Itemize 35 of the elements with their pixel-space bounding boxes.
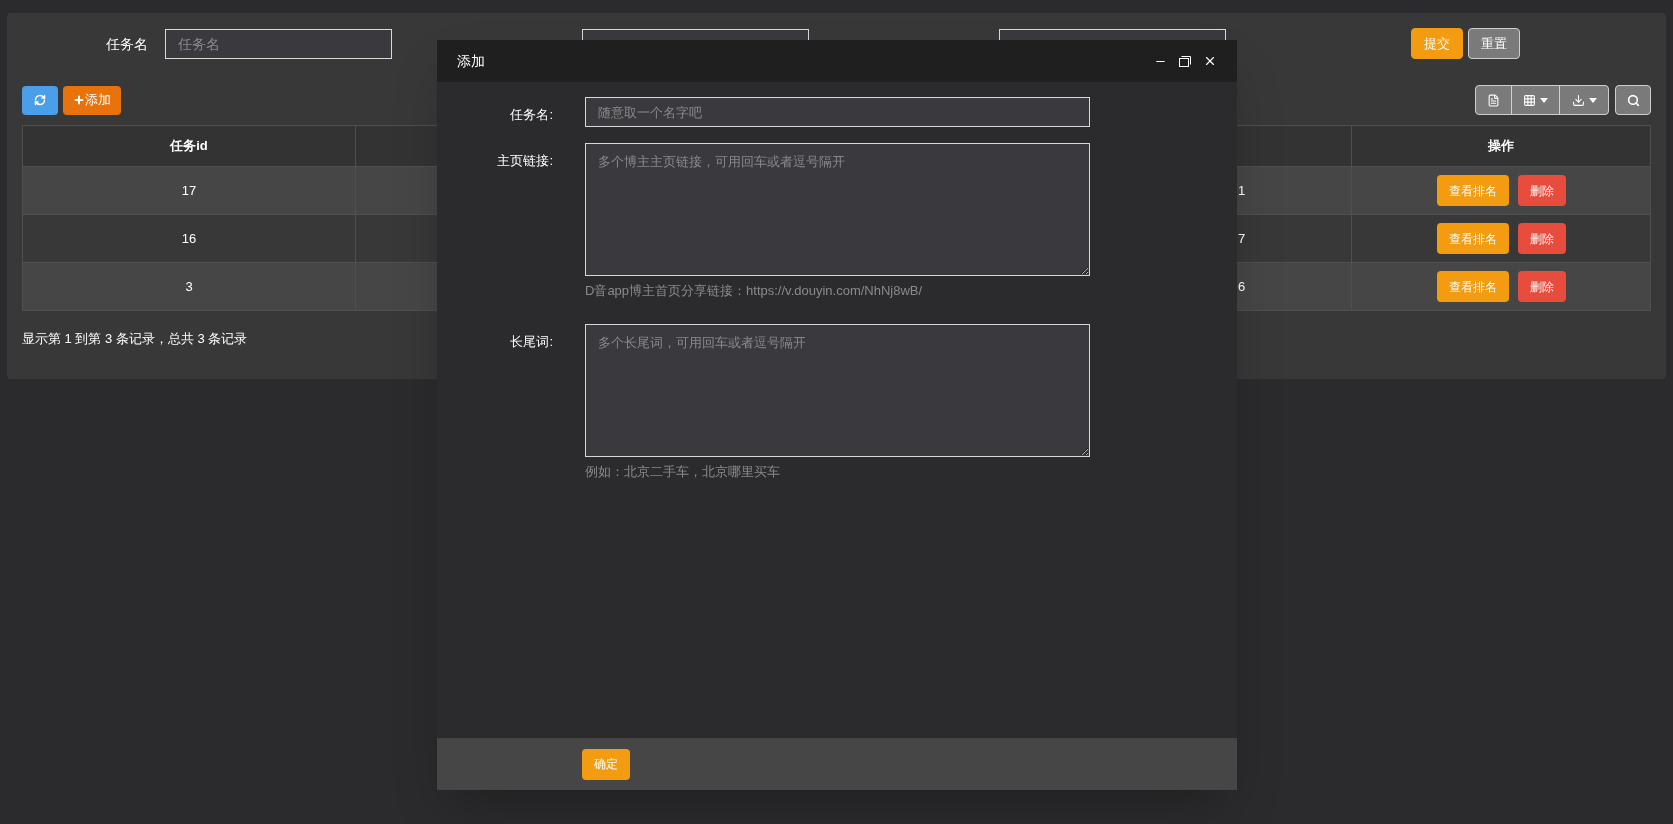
textarea-field[interactable]: 多个博主主页链接，可用回车或者逗号隔开 (585, 143, 1090, 276)
plus-icon (73, 94, 85, 106)
refresh-icon (34, 94, 46, 106)
delete-button[interactable]: 删除 (1517, 271, 1566, 302)
restore-icon[interactable] (1179, 55, 1191, 67)
export-icon (1571, 93, 1585, 107)
reset-button[interactable]: 重置 (1468, 28, 1520, 59)
caret-icon (1540, 97, 1548, 103)
view-ranking-button[interactable]: 查看排名 (1436, 175, 1509, 206)
grid-icon (1523, 93, 1536, 107)
submit-button[interactable]: 提交 (1411, 28, 1463, 59)
field-label: 任务名: (509, 106, 553, 124)
help-text: 例如：北京二手车，北京哪里买车 (585, 463, 781, 481)
delete-button[interactable]: 删除 (1517, 175, 1566, 206)
field-label: 长尾词: (509, 333, 553, 351)
add-button[interactable]: 添加 (63, 85, 121, 115)
table-cell: 3 (23, 263, 356, 310)
pagination-info: 显示第 1 到第 3 条记录，总共 3 条记录 (22, 330, 248, 348)
search-icon (1626, 93, 1640, 107)
close-icon[interactable] (1203, 54, 1217, 68)
refresh-button[interactable] (22, 85, 58, 115)
list-icon (1487, 93, 1500, 107)
search-button[interactable] (1615, 85, 1651, 115)
modal-title: 添加 (457, 52, 485, 71)
view-ranking-button[interactable]: 查看排名 (1436, 271, 1509, 302)
help-text: D音app博主首页分享链接：https://v.douyin.com/NhNj8wB/ (585, 282, 924, 300)
filter-input[interactable]: 任务名 (165, 28, 392, 59)
textarea-field[interactable]: 多个长尾词，可用回车或者逗号隔开 (585, 324, 1090, 457)
delete-button[interactable]: 删除 (1517, 223, 1566, 254)
caret-icon (1588, 97, 1597, 103)
filter-label: 任务名 (105, 34, 149, 54)
field-label: 主页链接: (496, 152, 553, 170)
view-ranking-button[interactable]: 查看排名 (1436, 223, 1509, 254)
column-header: 操作 (1487, 137, 1515, 156)
confirm-button[interactable]: 确定 (582, 748, 630, 780)
